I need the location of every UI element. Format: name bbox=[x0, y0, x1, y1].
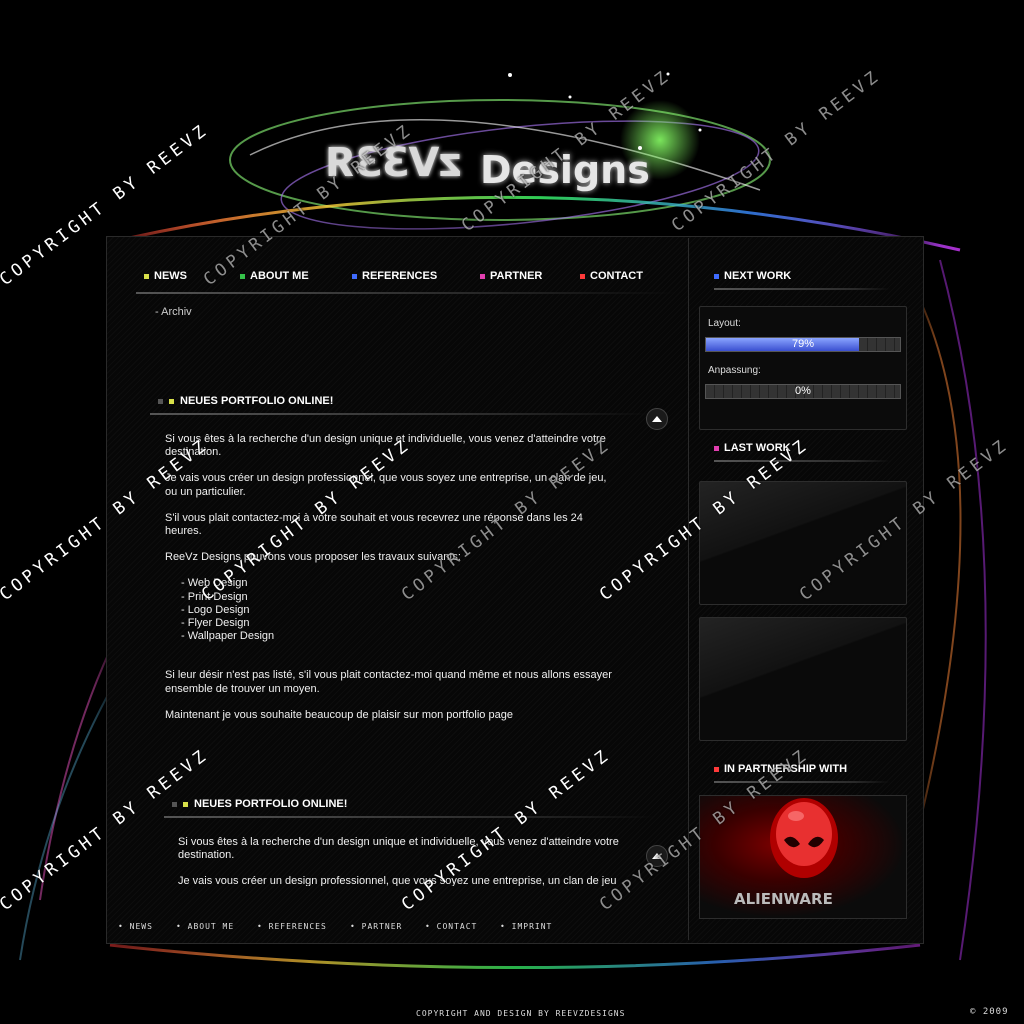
nav-about-me[interactable]: ABOUT ME bbox=[240, 270, 309, 282]
header-bullet-icon bbox=[183, 801, 188, 807]
scroll-up-button[interactable] bbox=[646, 408, 668, 430]
anpassung-progress-text: 0% bbox=[795, 385, 811, 397]
footer-link-about-me[interactable]: ABOUT ME bbox=[176, 922, 234, 931]
archiv-link[interactable]: - Archiv bbox=[155, 306, 192, 318]
article-2-header: NEUES PORTFOLIO ONLINE! bbox=[172, 791, 347, 817]
anpassung-progress-bar: 0% bbox=[705, 384, 901, 399]
header-bullet-icon bbox=[714, 766, 719, 772]
header-bullet-icon bbox=[169, 398, 174, 404]
nav-contact-label: CONTACT bbox=[590, 270, 643, 282]
nav-partner-label: PARTNER bbox=[490, 270, 543, 282]
anpassung-label: Anpassung: bbox=[708, 365, 761, 376]
article-paragraph: S'il vous plait contactez-moi à votre so… bbox=[165, 511, 583, 538]
layout-progress-bar: 79% bbox=[705, 337, 901, 352]
article-2-title: NEUES PORTFOLIO ONLINE! bbox=[194, 798, 348, 810]
nav-contact[interactable]: CONTACT bbox=[580, 270, 643, 282]
article-paragraph: Si leur désir n'est pas listé, s'il vous… bbox=[165, 669, 612, 695]
last-work-thumbnail-2[interactable] bbox=[699, 617, 907, 741]
footer-year: © 2009 bbox=[970, 1007, 1009, 1017]
header-bullet-icon bbox=[172, 801, 177, 807]
layout-label: Layout: bbox=[708, 318, 741, 329]
header-bullet-icon bbox=[714, 273, 719, 279]
list-item: Print Design bbox=[181, 591, 615, 604]
nav-news-label: NEWS bbox=[154, 270, 187, 282]
list-item: Wallpaper Design bbox=[181, 630, 615, 643]
article-1-header: NEUES PORTFOLIO ONLINE! bbox=[158, 388, 333, 414]
page-canvas: zV33Я Designs NEWS ABOUT ME REFERENCES P… bbox=[0, 0, 1024, 1024]
footer-link-imprint[interactable]: IMPRINT bbox=[500, 922, 552, 931]
alienware-logo-text: ALIENWARE bbox=[734, 890, 833, 908]
layout-progress-text: 79% bbox=[791, 338, 815, 350]
nav-news[interactable]: NEWS bbox=[144, 270, 187, 282]
next-work-title: NEXT WORK bbox=[724, 270, 792, 282]
footer-link-references[interactable]: REFERENCES bbox=[257, 922, 327, 931]
header-bullet-icon bbox=[158, 398, 163, 404]
nav-references-label: REFERENCES bbox=[362, 270, 438, 282]
nav-partner[interactable]: PARTNER bbox=[480, 270, 542, 282]
last-work-underline bbox=[714, 460, 890, 462]
list-item: Logo Design bbox=[181, 604, 615, 617]
arrow-up-icon bbox=[652, 416, 662, 422]
footer-copyright: COPYRIGHT AND DESIGN BY REEVZDESIGNS bbox=[416, 1009, 626, 1018]
nav-bullet-icon bbox=[480, 273, 485, 279]
article-1-underline bbox=[150, 413, 650, 415]
footer-link-news[interactable]: NEWS bbox=[118, 922, 153, 931]
article-paragraph: Maintenant je vous souhaite beaucoup de … bbox=[165, 708, 513, 721]
footer-link-partner[interactable]: PARTNER bbox=[350, 922, 402, 931]
nav-underline bbox=[136, 292, 676, 294]
nav-bullet-icon bbox=[240, 273, 245, 279]
nav-about-me-label: ABOUT ME bbox=[250, 270, 309, 282]
article-paragraph: Si vous êtes à la recherche d'un design … bbox=[178, 836, 619, 862]
partnership-underline bbox=[714, 781, 890, 783]
nav-bullet-icon bbox=[144, 273, 149, 279]
nav-bullet-icon bbox=[352, 273, 357, 279]
article-paragraph: Je vais vous créer un design professionn… bbox=[178, 875, 617, 886]
article-1-title: NEUES PORTFOLIO ONLINE! bbox=[180, 395, 334, 407]
next-work-header: NEXT WORK bbox=[714, 266, 791, 286]
footer-link-contact[interactable]: CONTACT bbox=[425, 922, 477, 931]
nav-references[interactable]: REFERENCES bbox=[352, 270, 437, 282]
list-item: Flyer Design bbox=[181, 617, 615, 630]
article-2-body: Si vous êtes à la recherche d'un design … bbox=[178, 836, 628, 886]
article-2-underline bbox=[164, 816, 654, 818]
header-bullet-icon bbox=[714, 445, 719, 451]
nav-bullet-icon bbox=[580, 273, 585, 279]
next-work-underline bbox=[714, 288, 890, 290]
